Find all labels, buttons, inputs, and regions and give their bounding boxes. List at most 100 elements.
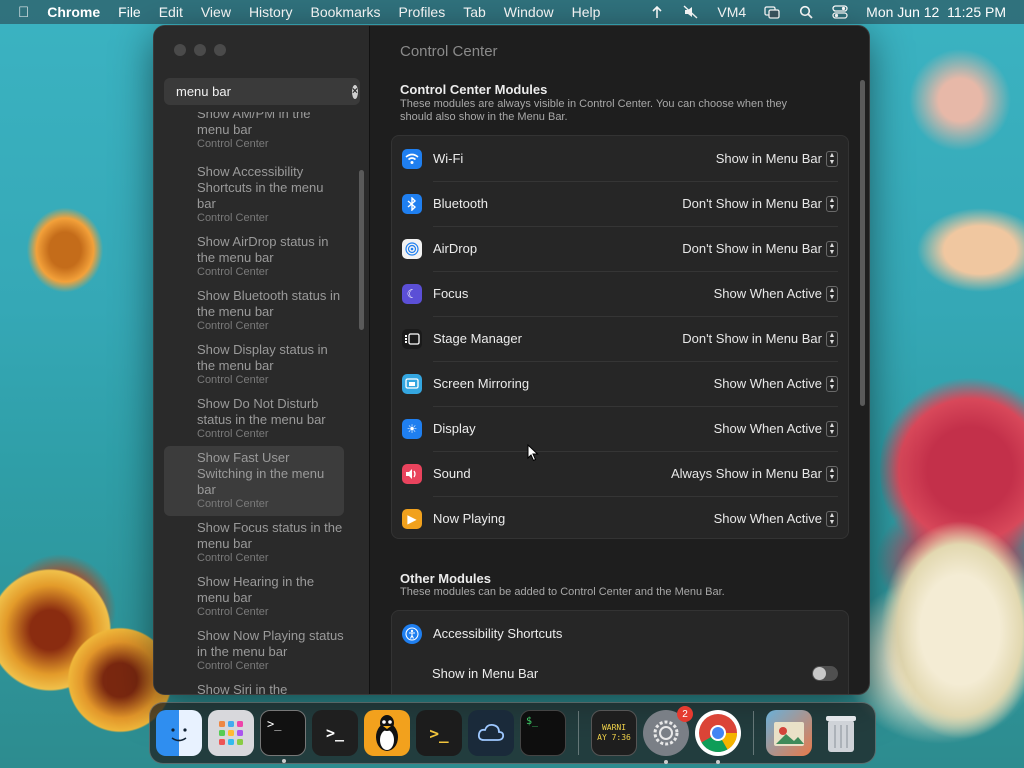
module-label: Wi-Fi — [433, 151, 464, 166]
gear-icon[interactable]: 2 — [643, 706, 693, 764]
list-item[interactable]: Show AirDrop status in the menu bar Cont… — [164, 234, 344, 279]
main-scrollbar[interactable] — [860, 80, 865, 406]
chevron-updown-icon: ▲ ▼ — [826, 375, 838, 392]
menu-app-name[interactable]: Chrome — [38, 4, 109, 20]
clear-search-icon[interactable]: × — [352, 84, 358, 99]
chevron-updown-icon: ▲ ▼ — [826, 240, 838, 257]
menu-tab[interactable]: Tab — [454, 4, 495, 20]
module-row-now-playing: ▶ Now Playing Show When Active ▲ ▼ — [392, 496, 848, 541]
mouse-cursor-icon — [527, 444, 539, 462]
notification-badge: 2 — [677, 706, 693, 722]
menu-view[interactable]: View — [192, 4, 240, 20]
menu-history[interactable]: History — [240, 4, 302, 20]
list-item[interactable]: Show AM/PM in the menu bar Control Cente… — [164, 112, 344, 151]
page-title: Control Center — [400, 43, 498, 60]
list-item[interactable]: Show Siri in the — [164, 682, 344, 694]
control-center-pane: Control Center Control Center Modules Th… — [371, 26, 869, 694]
finder-icon[interactable] — [156, 710, 202, 756]
penguin-icon[interactable] — [364, 710, 410, 756]
mute-icon[interactable] — [682, 5, 700, 19]
wifi-visibility-popup[interactable]: Show in Menu Bar ▲ ▼ — [716, 150, 838, 167]
menu-edit[interactable]: Edit — [150, 4, 192, 20]
cloud-icon[interactable] — [468, 710, 514, 756]
accessibility-icon — [402, 623, 422, 644]
menu-bookmarks[interactable]: Bookmarks — [302, 4, 390, 20]
result-subtitle: Control Center — [197, 498, 269, 510]
result-subtitle: Control Center — [197, 138, 269, 150]
show-in-menu-bar-toggle[interactable] — [812, 666, 838, 681]
module-row-wifi: Wi-Fi Show in Menu Bar ▲ ▼ — [392, 136, 848, 181]
list-item[interactable]: Show Display status in the menu bar Cont… — [164, 342, 344, 387]
photos-icon[interactable] — [766, 710, 812, 756]
running-indicator — [716, 760, 720, 764]
menu-file[interactable]: File — [109, 4, 150, 20]
accessibility-menubar-row: Show in Menu Bar — [392, 651, 848, 694]
control-center-icon[interactable] — [831, 5, 849, 19]
module-row-airdrop: AirDrop Don't Show in Menu Bar ▲ ▼ — [392, 226, 848, 271]
launchpad-icon[interactable] — [208, 710, 254, 756]
list-item[interactable]: Show Bluetooth status in the menu bar Co… — [164, 288, 344, 333]
network-icon[interactable] — [648, 5, 666, 19]
popup-value: Don't Show in Menu Bar — [682, 331, 822, 346]
focus-visibility-popup[interactable]: Show When Active ▲ ▼ — [714, 285, 838, 302]
stage-manager-visibility-popup[interactable]: Don't Show in Menu Bar ▲ ▼ — [682, 330, 838, 347]
result-subtitle: Control Center — [197, 266, 269, 278]
modules-list: Wi-Fi Show in Menu Bar ▲ ▼ Bluetooth Don't… — [391, 135, 849, 539]
sun-icon: ☀ — [402, 418, 422, 439]
airdrop-visibility-popup[interactable]: Don't Show in Menu Bar ▲ ▼ — [682, 240, 838, 257]
spotlight-search-icon[interactable] — [797, 5, 815, 19]
list-item[interactable]: Show Now Playing status in the menu bar … — [164, 628, 344, 673]
module-row-screen-mirroring: Screen Mirroring Show When Active ▲ ▼ — [392, 361, 848, 406]
module-row-display: ☀ Display Show When Active ▲ ▼ — [392, 406, 848, 451]
result-subtitle: Control Center — [197, 660, 269, 672]
console-icon[interactable]: WARNI AY 7:36 — [591, 710, 637, 756]
zoom-window-button[interactable] — [214, 44, 226, 56]
screen-mirroring-visibility-popup[interactable]: Show When Active ▲ ▼ — [714, 375, 838, 392]
popup-value: Show When Active — [713, 421, 822, 436]
system-settings-window: × Show AM/PM in the menu bar Control Cen… — [154, 26, 869, 694]
powershell-icon[interactable]: >_ — [416, 710, 462, 756]
close-window-button[interactable] — [174, 44, 186, 56]
section-title: Control Center Modules — [400, 82, 548, 97]
sound-visibility-popup[interactable]: Always Show in Menu Bar ▲ ▼ — [671, 465, 838, 482]
popup-value: Don't Show in Menu Bar — [682, 196, 822, 211]
search-input[interactable] — [176, 84, 352, 99]
bluetooth-visibility-popup[interactable]: Don't Show in Menu Bar ▲ ▼ — [682, 195, 838, 212]
module-label: Accessibility Shortcuts — [433, 626, 563, 641]
apple-logo-icon[interactable]:  — [0, 4, 38, 21]
airdrop-icon — [402, 238, 422, 259]
result-title: Show Bluetooth status in the menu bar — [197, 288, 341, 319]
sidebar-scrollbar[interactable] — [359, 170, 364, 330]
module-label: AirDrop — [433, 241, 478, 256]
running-indicator — [664, 760, 668, 764]
trash-icon[interactable] — [818, 710, 864, 756]
result-title: Show AM/PM in the menu bar — [197, 112, 311, 137]
shell-icon[interactable]: $_ — [520, 710, 566, 756]
list-item[interactable]: Show Do Not Disturb status in the menu b… — [164, 396, 344, 441]
list-item-selected[interactable]: Show Fast User Switching in the menu bar… — [164, 446, 344, 516]
module-label: Sound — [433, 466, 471, 481]
module-label: Bluetooth — [433, 196, 488, 211]
chevron-updown-icon: ▲ ▼ — [826, 330, 838, 347]
section-description: These modules are always visible in Cont… — [400, 98, 788, 123]
minimize-window-button[interactable] — [194, 44, 206, 56]
chrome-icon[interactable] — [695, 710, 741, 764]
list-item[interactable]: Show Accessibility Shortcuts in the menu… — [164, 164, 344, 225]
now-playing-visibility-popup[interactable]: Show When Active ▲ ▼ — [714, 510, 838, 527]
display-visibility-popup[interactable]: Show When Active ▲ ▼ — [713, 420, 838, 437]
list-item[interactable]: Show Focus status in the menu bar Contro… — [164, 520, 344, 565]
dock-separator — [753, 711, 754, 755]
menu-clock[interactable]: Mon Jun 12 11:25 PM — [857, 4, 1024, 20]
result-title: Show AirDrop status in the menu bar — [197, 234, 329, 265]
menu-help[interactable]: Help — [563, 4, 610, 20]
terminal-prompt-icon[interactable]: >_ — [312, 710, 358, 756]
terminal-icon[interactable]: >_ — [260, 710, 306, 763]
section-description: These modules can be added to Control Ce… — [400, 586, 725, 598]
speaker-icon — [402, 463, 422, 484]
display-mirror-icon[interactable] — [763, 5, 781, 19]
menu-window[interactable]: Window — [495, 4, 563, 20]
status-text[interactable]: VM4 — [708, 4, 755, 20]
list-item[interactable]: Show Hearing in the menu bar Control Cen… — [164, 574, 344, 619]
menu-profiles[interactable]: Profiles — [390, 4, 455, 20]
moon-icon: ☾ — [402, 283, 422, 304]
